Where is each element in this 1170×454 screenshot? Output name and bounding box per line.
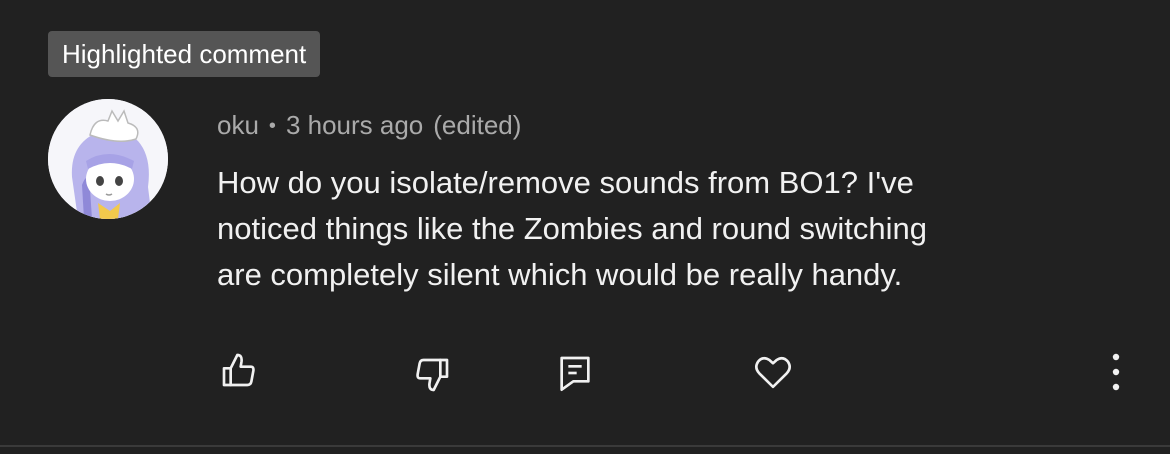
highlighted-comment-panel: Highlighted comment oku • 3 hours ago (edit… bbox=[0, 0, 1170, 454]
highlighted-comment-badge: Highlighted comment bbox=[48, 31, 321, 77]
avatar[interactable] bbox=[48, 99, 168, 219]
thumbs-down-icon bbox=[416, 358, 449, 392]
reply-button[interactable] bbox=[548, 346, 602, 400]
heart-button[interactable] bbox=[746, 345, 800, 399]
reply-icon bbox=[560, 356, 590, 391]
comment-meta: oku • 3 hours ago (edited) bbox=[217, 108, 521, 143]
more-options-button[interactable] bbox=[1089, 345, 1143, 399]
meta-separator: • bbox=[268, 115, 276, 137]
like-button[interactable] bbox=[212, 343, 266, 397]
more-vertical-icon bbox=[1112, 353, 1120, 391]
dislike-button[interactable] bbox=[405, 348, 459, 402]
edited-label: (edited) bbox=[433, 110, 522, 140]
heart-icon bbox=[755, 356, 791, 389]
thumbs-up-icon bbox=[222, 353, 255, 387]
comment-text: How do you isolate/remove sounds from BO… bbox=[217, 165, 927, 292]
divider bbox=[0, 445, 1170, 447]
author-name[interactable]: oku bbox=[217, 110, 259, 140]
comment-timestamp: 3 hours ago bbox=[285, 110, 424, 140]
